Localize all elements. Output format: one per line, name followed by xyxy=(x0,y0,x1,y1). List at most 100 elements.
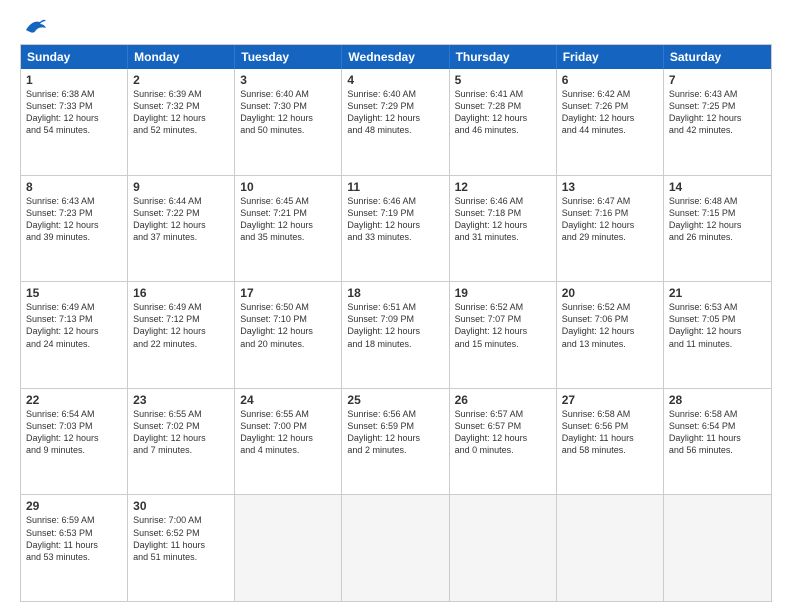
day-number: 7 xyxy=(669,73,766,87)
day-number: 8 xyxy=(26,180,122,194)
day-info: Sunrise: 6:40 AMSunset: 7:30 PMDaylight:… xyxy=(240,88,336,137)
calendar-cell: 21Sunrise: 6:53 AMSunset: 7:05 PMDayligh… xyxy=(664,282,771,388)
day-info: Sunrise: 6:41 AMSunset: 7:28 PMDaylight:… xyxy=(455,88,551,137)
calendar-row: 22Sunrise: 6:54 AMSunset: 7:03 PMDayligh… xyxy=(21,389,771,496)
calendar-cell: 2Sunrise: 6:39 AMSunset: 7:32 PMDaylight… xyxy=(128,69,235,175)
day-info: Sunrise: 6:45 AMSunset: 7:21 PMDaylight:… xyxy=(240,195,336,244)
day-info: Sunrise: 6:55 AMSunset: 7:00 PMDaylight:… xyxy=(240,408,336,457)
day-info: Sunrise: 6:46 AMSunset: 7:19 PMDaylight:… xyxy=(347,195,443,244)
day-info: Sunrise: 6:55 AMSunset: 7:02 PMDaylight:… xyxy=(133,408,229,457)
calendar-cell: 6Sunrise: 6:42 AMSunset: 7:26 PMDaylight… xyxy=(557,69,664,175)
day-info: Sunrise: 6:46 AMSunset: 7:18 PMDaylight:… xyxy=(455,195,551,244)
calendar-cell xyxy=(664,495,771,601)
calendar-header-day: Sunday xyxy=(21,45,128,69)
logo xyxy=(20,16,50,36)
day-number: 13 xyxy=(562,180,658,194)
calendar-header-day: Tuesday xyxy=(235,45,342,69)
calendar-cell: 15Sunrise: 6:49 AMSunset: 7:13 PMDayligh… xyxy=(21,282,128,388)
day-number: 9 xyxy=(133,180,229,194)
calendar: SundayMondayTuesdayWednesdayThursdayFrid… xyxy=(20,44,772,602)
day-info: Sunrise: 6:51 AMSunset: 7:09 PMDaylight:… xyxy=(347,301,443,350)
day-info: Sunrise: 6:38 AMSunset: 7:33 PMDaylight:… xyxy=(26,88,122,137)
day-info: Sunrise: 6:56 AMSunset: 6:59 PMDaylight:… xyxy=(347,408,443,457)
day-info: Sunrise: 6:48 AMSunset: 7:15 PMDaylight:… xyxy=(669,195,766,244)
day-number: 6 xyxy=(562,73,658,87)
day-number: 30 xyxy=(133,499,229,513)
day-number: 10 xyxy=(240,180,336,194)
day-number: 14 xyxy=(669,180,766,194)
calendar-cell: 9Sunrise: 6:44 AMSunset: 7:22 PMDaylight… xyxy=(128,176,235,282)
day-info: Sunrise: 6:47 AMSunset: 7:16 PMDaylight:… xyxy=(562,195,658,244)
calendar-cell: 24Sunrise: 6:55 AMSunset: 7:00 PMDayligh… xyxy=(235,389,342,495)
day-info: Sunrise: 6:42 AMSunset: 7:26 PMDaylight:… xyxy=(562,88,658,137)
day-number: 26 xyxy=(455,393,551,407)
calendar-cell: 5Sunrise: 6:41 AMSunset: 7:28 PMDaylight… xyxy=(450,69,557,175)
day-number: 27 xyxy=(562,393,658,407)
day-number: 11 xyxy=(347,180,443,194)
calendar-cell: 3Sunrise: 6:40 AMSunset: 7:30 PMDaylight… xyxy=(235,69,342,175)
day-number: 15 xyxy=(26,286,122,300)
day-number: 20 xyxy=(562,286,658,300)
calendar-header-day: Wednesday xyxy=(342,45,449,69)
calendar-cell: 29Sunrise: 6:59 AMSunset: 6:53 PMDayligh… xyxy=(21,495,128,601)
day-info: Sunrise: 6:52 AMSunset: 7:06 PMDaylight:… xyxy=(562,301,658,350)
day-info: Sunrise: 6:59 AMSunset: 6:53 PMDaylight:… xyxy=(26,514,122,563)
calendar-cell: 16Sunrise: 6:49 AMSunset: 7:12 PMDayligh… xyxy=(128,282,235,388)
calendar-cell: 25Sunrise: 6:56 AMSunset: 6:59 PMDayligh… xyxy=(342,389,449,495)
day-info: Sunrise: 6:43 AMSunset: 7:23 PMDaylight:… xyxy=(26,195,122,244)
day-number: 4 xyxy=(347,73,443,87)
calendar-row: 29Sunrise: 6:59 AMSunset: 6:53 PMDayligh… xyxy=(21,495,771,601)
day-info: Sunrise: 6:40 AMSunset: 7:29 PMDaylight:… xyxy=(347,88,443,137)
day-number: 18 xyxy=(347,286,443,300)
calendar-cell: 11Sunrise: 6:46 AMSunset: 7:19 PMDayligh… xyxy=(342,176,449,282)
calendar-cell: 4Sunrise: 6:40 AMSunset: 7:29 PMDaylight… xyxy=(342,69,449,175)
day-info: Sunrise: 6:53 AMSunset: 7:05 PMDaylight:… xyxy=(669,301,766,350)
day-info: Sunrise: 6:43 AMSunset: 7:25 PMDaylight:… xyxy=(669,88,766,137)
day-info: Sunrise: 6:44 AMSunset: 7:22 PMDaylight:… xyxy=(133,195,229,244)
calendar-header-day: Monday xyxy=(128,45,235,69)
day-number: 12 xyxy=(455,180,551,194)
calendar-cell: 22Sunrise: 6:54 AMSunset: 7:03 PMDayligh… xyxy=(21,389,128,495)
day-number: 19 xyxy=(455,286,551,300)
calendar-cell: 30Sunrise: 7:00 AMSunset: 6:52 PMDayligh… xyxy=(128,495,235,601)
calendar-body: 1Sunrise: 6:38 AMSunset: 7:33 PMDaylight… xyxy=(21,69,771,601)
day-number: 28 xyxy=(669,393,766,407)
header xyxy=(20,16,772,36)
calendar-cell xyxy=(342,495,449,601)
day-number: 3 xyxy=(240,73,336,87)
calendar-cell: 14Sunrise: 6:48 AMSunset: 7:15 PMDayligh… xyxy=(664,176,771,282)
calendar-cell xyxy=(235,495,342,601)
day-number: 29 xyxy=(26,499,122,513)
day-info: Sunrise: 6:58 AMSunset: 6:54 PMDaylight:… xyxy=(669,408,766,457)
day-number: 22 xyxy=(26,393,122,407)
calendar-cell: 27Sunrise: 6:58 AMSunset: 6:56 PMDayligh… xyxy=(557,389,664,495)
calendar-cell: 26Sunrise: 6:57 AMSunset: 6:57 PMDayligh… xyxy=(450,389,557,495)
day-number: 24 xyxy=(240,393,336,407)
calendar-cell: 8Sunrise: 6:43 AMSunset: 7:23 PMDaylight… xyxy=(21,176,128,282)
day-info: Sunrise: 6:54 AMSunset: 7:03 PMDaylight:… xyxy=(26,408,122,457)
calendar-cell: 13Sunrise: 6:47 AMSunset: 7:16 PMDayligh… xyxy=(557,176,664,282)
calendar-cell: 19Sunrise: 6:52 AMSunset: 7:07 PMDayligh… xyxy=(450,282,557,388)
day-info: Sunrise: 6:49 AMSunset: 7:13 PMDaylight:… xyxy=(26,301,122,350)
day-info: Sunrise: 6:50 AMSunset: 7:10 PMDaylight:… xyxy=(240,301,336,350)
day-number: 21 xyxy=(669,286,766,300)
calendar-header-day: Friday xyxy=(557,45,664,69)
calendar-cell: 20Sunrise: 6:52 AMSunset: 7:06 PMDayligh… xyxy=(557,282,664,388)
calendar-row: 8Sunrise: 6:43 AMSunset: 7:23 PMDaylight… xyxy=(21,176,771,283)
day-info: Sunrise: 6:58 AMSunset: 6:56 PMDaylight:… xyxy=(562,408,658,457)
day-number: 5 xyxy=(455,73,551,87)
page: SundayMondayTuesdayWednesdayThursdayFrid… xyxy=(0,0,792,612)
calendar-cell: 18Sunrise: 6:51 AMSunset: 7:09 PMDayligh… xyxy=(342,282,449,388)
calendar-cell: 17Sunrise: 6:50 AMSunset: 7:10 PMDayligh… xyxy=(235,282,342,388)
day-info: Sunrise: 6:52 AMSunset: 7:07 PMDaylight:… xyxy=(455,301,551,350)
day-info: Sunrise: 6:57 AMSunset: 6:57 PMDaylight:… xyxy=(455,408,551,457)
day-info: Sunrise: 7:00 AMSunset: 6:52 PMDaylight:… xyxy=(133,514,229,563)
calendar-header: SundayMondayTuesdayWednesdayThursdayFrid… xyxy=(21,45,771,69)
calendar-cell: 23Sunrise: 6:55 AMSunset: 7:02 PMDayligh… xyxy=(128,389,235,495)
calendar-cell: 7Sunrise: 6:43 AMSunset: 7:25 PMDaylight… xyxy=(664,69,771,175)
day-info: Sunrise: 6:39 AMSunset: 7:32 PMDaylight:… xyxy=(133,88,229,137)
calendar-cell: 28Sunrise: 6:58 AMSunset: 6:54 PMDayligh… xyxy=(664,389,771,495)
calendar-cell: 1Sunrise: 6:38 AMSunset: 7:33 PMDaylight… xyxy=(21,69,128,175)
calendar-cell: 12Sunrise: 6:46 AMSunset: 7:18 PMDayligh… xyxy=(450,176,557,282)
calendar-cell xyxy=(450,495,557,601)
